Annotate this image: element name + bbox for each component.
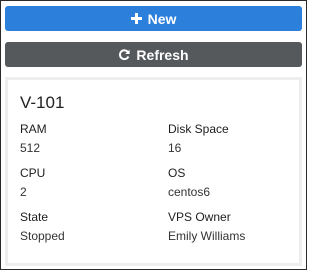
state-value: Stopped <box>20 229 65 243</box>
new-button-label: New <box>147 10 177 27</box>
vps-panel: V-101 RAM 512 Disk Space 16 CPU 2 OS cen… <box>5 77 302 266</box>
state-label: State <box>20 210 49 224</box>
os-field: OS centos6 <box>168 166 210 199</box>
os-value: centos6 <box>168 185 211 199</box>
ram-field: RAM 512 <box>20 122 47 155</box>
cpu-field: CPU 2 <box>20 166 45 199</box>
vps-owner-value: Emily Williams <box>168 229 246 243</box>
cpu-value: 2 <box>20 185 27 199</box>
refresh-button-label: Refresh <box>136 46 189 63</box>
vps-owner-field: VPS Owner Emily Williams <box>168 210 245 243</box>
disk-space-field: Disk Space 16 <box>168 122 229 155</box>
new-button[interactable]: New <box>5 6 302 31</box>
vps-name: V-101 <box>20 93 65 112</box>
ram-label: RAM <box>20 122 47 136</box>
vps-card[interactable]: V-101 RAM 512 Disk Space 16 CPU 2 OS cen… <box>8 80 299 263</box>
refresh-icon <box>118 48 131 61</box>
vps-owner-label: VPS Owner <box>168 210 231 224</box>
os-label: OS <box>168 166 186 180</box>
refresh-button[interactable]: Refresh <box>5 42 302 67</box>
cpu-label: CPU <box>20 166 46 180</box>
plus-icon <box>130 13 142 24</box>
disk-space-label: Disk Space <box>168 122 229 136</box>
state-field: State Stopped <box>20 210 65 243</box>
disk-space-value: 16 <box>168 141 182 155</box>
ram-value: 512 <box>20 141 41 155</box>
vps-widget: New Refresh V-101 RAM 512 Disk Space 16 … <box>0 0 307 270</box>
